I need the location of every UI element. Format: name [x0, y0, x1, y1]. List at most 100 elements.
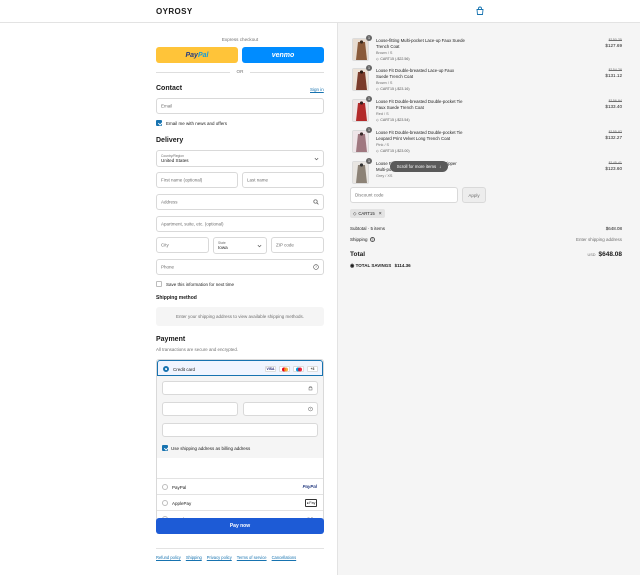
more-cards-badge: +3 — [307, 366, 318, 372]
scroll-more-tooltip[interactable]: Scroll for more items ↓ — [390, 161, 448, 172]
credit-card-form: ? Use shipping address as billing addres… — [157, 376, 323, 458]
privacy-policy-link[interactable]: Privacy policy — [207, 555, 232, 560]
maestro-icon — [293, 366, 304, 372]
shipping-link[interactable]: Shipping — [186, 555, 202, 560]
help-icon[interactable]: ? — [308, 406, 313, 412]
footer-divider — [156, 548, 324, 549]
subtotal-label: Subtotal · 5 items — [350, 226, 386, 231]
email-field[interactable]: Email — [156, 98, 324, 114]
zip-field[interactable]: ZIP code — [271, 237, 324, 253]
credit-card-radio[interactable] — [163, 366, 169, 372]
product-image — [352, 130, 369, 153]
apartment-placeholder: Apartment, suite, etc. (optional) — [161, 221, 224, 227]
shipping-value: Enter shipping address — [575, 237, 622, 242]
help-icon[interactable]: ? — [369, 237, 375, 242]
close-icon[interactable]: × — [379, 211, 382, 217]
phone-field[interactable]: Phone ? — [156, 259, 324, 275]
terms-link[interactable]: Terms of service — [237, 555, 267, 560]
paypal-express-button[interactable]: Pay Pal — [156, 47, 238, 63]
item-price: $133.40 — [605, 104, 622, 109]
city-placeholder: City — [161, 242, 169, 248]
quantity-badge: 1 — [366, 65, 372, 71]
or-label: OR — [236, 69, 244, 74]
shipping-row: Shipping ? Enter shipping address — [350, 237, 622, 242]
card-number-field[interactable] — [162, 381, 318, 395]
tag-icon: ◇ — [376, 118, 379, 122]
discount-code-field[interactable]: Discount code — [350, 187, 458, 203]
item-variant: Brown / S — [376, 81, 393, 85]
item-variant: Red / S — [376, 112, 389, 116]
product-image — [352, 161, 369, 184]
applepay-label: ApplePay — [172, 500, 192, 506]
apply-button[interactable]: Apply — [462, 187, 486, 203]
phone-placeholder: Phone — [161, 264, 175, 270]
paypal-logo: PayPal — [302, 484, 317, 489]
search-icon — [313, 199, 319, 205]
applied-discount-chip: ◇ CART15 × — [350, 209, 385, 218]
country-value: United States — [161, 158, 189, 163]
last-name-field[interactable]: Last name — [242, 172, 324, 188]
news-checkbox[interactable] — [156, 120, 162, 126]
product-image — [352, 38, 369, 61]
first-name-field[interactable]: First name (optional) — [156, 172, 238, 188]
paypal-logo-pay: Pay — [185, 51, 198, 59]
lock-icon — [308, 385, 313, 391]
applepay-radio[interactable] — [162, 500, 168, 506]
item-discount-text: CART15 (-$23.16) — [380, 87, 410, 91]
paypal-logo-pal: Pal — [197, 51, 209, 59]
apartment-field[interactable]: Apartment, suite, etc. (optional) — [156, 216, 324, 232]
tag-icon: ◇ — [353, 210, 357, 216]
item-original-price: $155.82 — [608, 130, 622, 134]
subtotal-value: $648.08 — [605, 226, 622, 231]
save-info-label: Save this information for next time — [166, 281, 235, 287]
expiry-field[interactable] — [162, 402, 238, 416]
name-on-card-field[interactable] — [162, 423, 318, 437]
item-name: Loose Fit Double-breasted Lace-up Faux S… — [376, 68, 455, 79]
currency-label: USD — [587, 253, 596, 257]
shopping-bag-icon[interactable] — [475, 6, 485, 16]
cancellations-link[interactable]: Cancellations — [272, 555, 297, 560]
arrow-down-icon: ↓ — [439, 164, 442, 169]
item-discount-text: CART15 (-$22.56) — [380, 57, 410, 61]
total-value: $648.08 — [598, 251, 623, 258]
item-price: $132.27 — [605, 135, 622, 140]
quantity-badge: 1 — [366, 35, 372, 41]
payment-heading: Payment — [156, 336, 186, 343]
pay-now-button[interactable]: Pay now — [156, 518, 324, 534]
total-row: Total USD $648.08 — [350, 251, 622, 258]
refund-policy-link[interactable]: Refund policy — [156, 555, 181, 560]
credit-card-option[interactable]: Credit card VISA +3 — [157, 360, 323, 376]
billing-address-label: Use shipping address as billing address — [171, 445, 251, 451]
sign-in-link[interactable]: Sign in — [310, 87, 324, 92]
country-select[interactable]: Country/Region United States — [156, 150, 324, 167]
item-discount-text: CART15 (-$23.54) — [380, 118, 410, 122]
applepay-option[interactable]: ApplePay ● Pay — [157, 494, 323, 510]
item-variant: Grey / XS — [376, 174, 393, 178]
item-price: $127.69 — [605, 43, 622, 48]
shipping-label: Shipping — [350, 237, 368, 242]
item-variant: Pink / S — [376, 143, 390, 147]
security-code-field[interactable]: ? — [243, 402, 318, 416]
total-label: Total — [350, 251, 366, 258]
venmo-express-button[interactable]: venmo — [242, 47, 324, 63]
zip-placeholder: ZIP code — [276, 242, 294, 248]
tag-icon: ◉ — [350, 263, 355, 269]
first-name-placeholder: First name (optional) — [161, 177, 203, 183]
item-variant: Brown / S — [376, 51, 393, 55]
save-info-checkbox[interactable] — [156, 281, 162, 287]
paypal-option[interactable]: PayPal PayPal — [157, 478, 323, 494]
order-summary: 1 Loose-fitting Multi-pocket Lace-up Fau… — [337, 23, 640, 575]
address-field[interactable]: Address — [156, 194, 324, 210]
quantity-badge: 1 — [366, 96, 372, 102]
item-original-price: $156.94 — [608, 99, 622, 103]
brand-logo[interactable]: OYROSY — [156, 7, 193, 16]
help-icon[interactable]: ? — [313, 264, 319, 270]
item-name: Loose Fit Double-breasted Double-pocket … — [376, 99, 463, 110]
item-price: $123.60 — [605, 166, 622, 171]
billing-address-checkbox[interactable] — [162, 445, 168, 451]
mastercard-icon — [279, 366, 290, 372]
item-discount-text: CART15 (-$23.00) — [380, 149, 410, 153]
state-select[interactable]: State Iowa — [213, 237, 267, 254]
paypal-radio[interactable] — [162, 484, 168, 490]
city-field[interactable]: City — [156, 237, 209, 253]
